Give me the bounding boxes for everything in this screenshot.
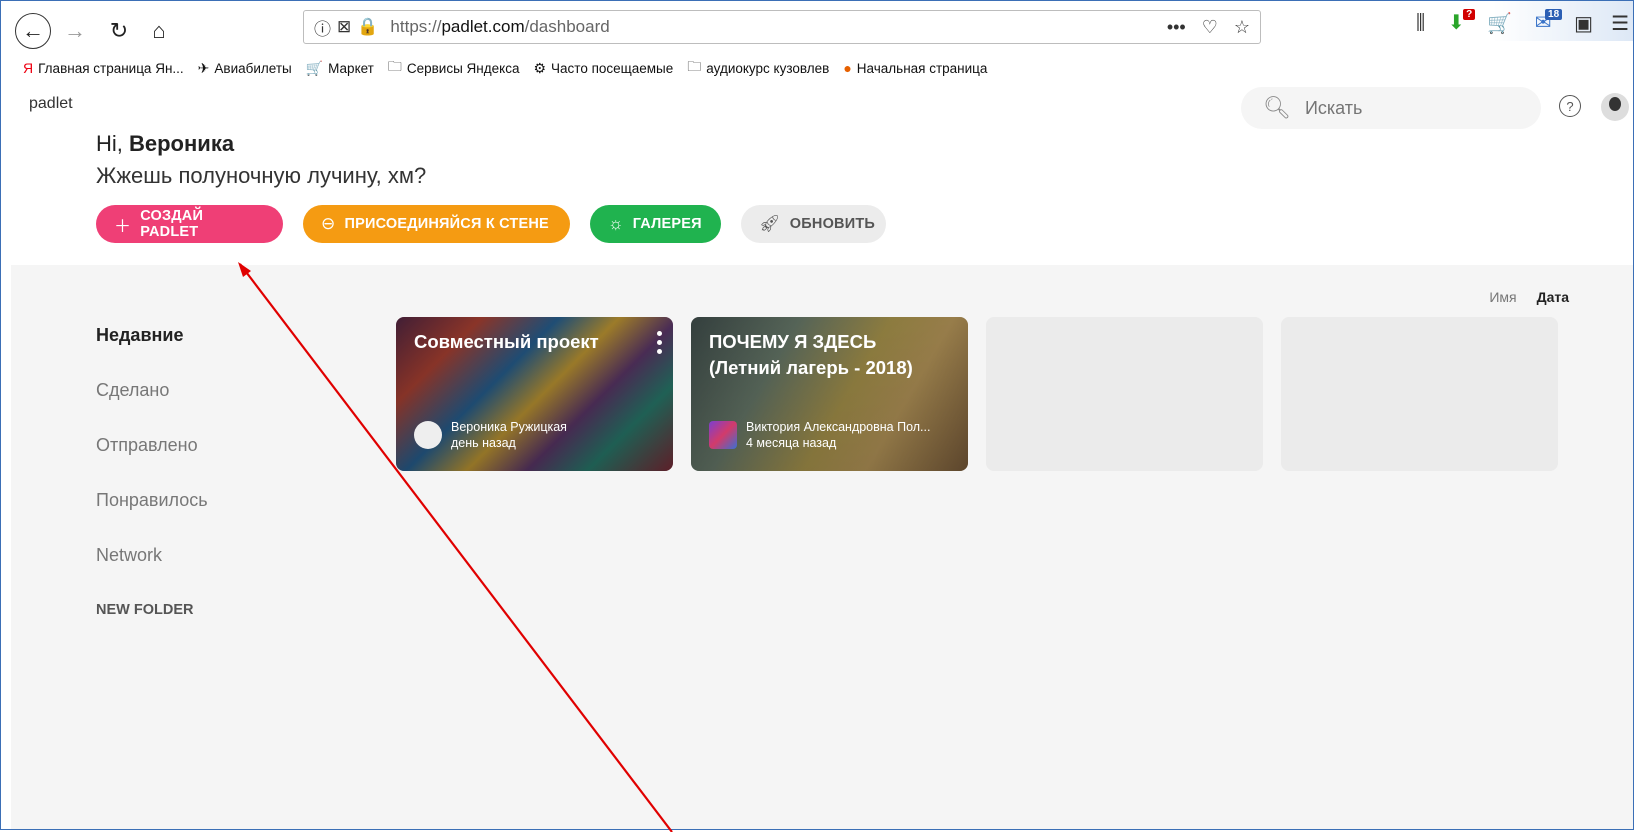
home-button[interactable]: ⌂ — [141, 13, 177, 49]
padlet-card[interactable]: Совместный проект Вероника Ружицкая день… — [396, 317, 673, 471]
rocket-icon: 🚀︎ — [759, 214, 781, 233]
search-icon: 🔍︎ — [1263, 95, 1291, 120]
tracking-protection-icon[interactable]: ⊠ — [337, 17, 351, 37]
menu-icon[interactable]: ☰ — [1611, 11, 1629, 36]
address-bar[interactable]: ⓘ ⊠ 🔒 https://padlet.com/dashboard ••• ♡… — [303, 10, 1261, 44]
card-meta: Вероника Ружицкая день назад — [414, 419, 567, 451]
gallery-button[interactable]: ☼ ГАЛЕРЕЯ — [590, 205, 721, 243]
padlet-logo[interactable]: padlet — [29, 95, 73, 113]
folder-icon: 🗀 — [387, 58, 402, 74]
placeholder-card — [1281, 317, 1558, 471]
tagline: Жжешь полуночную лучину, хм? — [96, 163, 427, 188]
sort-options: Имя Дата — [1489, 289, 1569, 305]
plane-icon: ✈ — [197, 59, 210, 76]
dashboard-area: Имя Дата Недавние Сделано Отправлено Пон… — [11, 265, 1633, 829]
link-icon: ⊖ — [321, 214, 336, 233]
action-buttons: ＋ СОЗДАЙ PADLET ⊖ ПРИСОЕДИНЯЙСЯ К СТЕНЕ ☼ Г… — [96, 205, 886, 243]
search-input[interactable] — [1302, 96, 1527, 120]
bookmark-avia[interactable]: ✈ Авиабилеты — [198, 60, 292, 77]
bookmark-label: Сервисы Яндекса — [406, 60, 520, 76]
card-time: день назад — [451, 436, 516, 450]
new-folder-button[interactable]: NEW FOLDER — [96, 602, 208, 618]
nav-sent[interactable]: Отправлено — [96, 435, 208, 490]
mail-icon[interactable]: ✉ 18 — [1530, 8, 1563, 35]
greeting-prefix: Hi, — [96, 131, 129, 156]
card-title: ПОЧЕМУ Я ЗДЕСЬ (Летний лагерь - 2018) — [709, 331, 913, 378]
bookmark-label: Часто посещаемые — [551, 60, 674, 76]
bookmark-label: аудиокурс кузовлев — [706, 60, 830, 76]
download-badge: ? — [1463, 8, 1476, 20]
bookmark-label: Авиабилеты — [214, 60, 292, 76]
bookmark-yandex-services[interactable]: 🗀 Сервисы Яндекса — [388, 56, 520, 80]
forward-button[interactable]: → — [57, 13, 93, 49]
card-author-avatar — [709, 421, 737, 449]
join-wall-button[interactable]: ⊖ ПРИСОЕДИНЯЙСЯ К СТЕНЕ — [303, 205, 570, 243]
greeting: Hi, Вероника — [96, 131, 234, 157]
gallery-label: ГАЛЕРЕЯ — [632, 216, 702, 232]
padlet-card[interactable]: ПОЧЕМУ Я ЗДЕСЬ (Летний лагерь - 2018) Ви… — [691, 317, 968, 471]
folder-icon: 🗀 — [687, 58, 702, 74]
search-box[interactable]: 🔍︎ — [1241, 87, 1541, 129]
user-name: Вероника — [129, 131, 235, 156]
create-padlet-label: СОЗДАЙ PADLET — [140, 208, 204, 240]
bookmark-label: Начальная страница — [856, 60, 988, 76]
nav-network[interactable]: Network — [96, 545, 208, 600]
mail-badge: 18 — [1545, 8, 1563, 20]
library-icon[interactable]: ⫼ — [1416, 12, 1425, 35]
bookmark-yandex-home[interactable]: Я Главная страница Ян... — [23, 60, 184, 76]
url-domain: padlet.com — [441, 17, 525, 36]
bookmark-audiocourse[interactable]: 🗀 аудиокурс кузовлев — [687, 56, 829, 80]
cart-icon: 🛒 — [305, 59, 324, 76]
page-actions-button[interactable]: ••• — [1167, 17, 1186, 38]
gear-icon: ⚙ — [533, 59, 547, 76]
join-wall-label: ПРИСОЕДИНЯЙСЯ К СТЕНЕ — [344, 216, 549, 232]
toolbar-right-icons: ⫼ ⬇? 🛒 ✉ 18 ▣ ☰ — [1416, 8, 1629, 36]
padlet-cards: Совместный проект Вероника Ружицкая день… — [396, 317, 1558, 471]
info-icon[interactable]: ⓘ — [314, 15, 331, 40]
cart-icon[interactable]: 🛒 — [1487, 11, 1512, 36]
url-text[interactable]: https://padlet.com/dashboard — [390, 17, 609, 37]
plus-icon: ＋ — [114, 216, 132, 236]
card-author: Виктория Александровна Пол... — [746, 420, 931, 434]
url-prefix: https:// — [390, 17, 442, 36]
help-icon[interactable]: ? — [1559, 95, 1581, 117]
update-label: ОБНОВИТЬ — [789, 216, 876, 232]
card-time: 4 месяца назад — [746, 436, 837, 450]
sort-by-name[interactable]: Имя — [1489, 289, 1516, 305]
bookmark-label: Главная страница Ян... — [38, 60, 184, 76]
card-menu-icon[interactable] — [657, 331, 663, 354]
dashboard-nav: Недавние Сделано Отправлено Понравилось … — [96, 325, 208, 618]
sidebar-icon[interactable]: ▣ — [1574, 11, 1593, 36]
padlet-app: padlet 🔍︎ ? Hi, Вероника Жжешь полуночну… — [11, 81, 1633, 829]
bookmark-label: Маркет — [328, 60, 374, 76]
yandex-icon: Я — [23, 60, 34, 76]
bookmark-most-visited[interactable]: ⚙ Часто посещаемые — [533, 60, 673, 77]
lightbulb-icon: ☼ — [608, 214, 624, 233]
bookmark-market[interactable]: 🛒 Маркет — [306, 60, 374, 77]
reload-button[interactable]: ↻ — [101, 13, 137, 49]
card-meta: Виктория Александровна Пол... 4 месяца н… — [709, 419, 930, 451]
firefox-icon: ● — [843, 60, 852, 76]
download-icon[interactable]: ⬇? — [1443, 8, 1476, 35]
placeholder-card — [986, 317, 1263, 471]
update-button[interactable]: 🚀︎ ОБНОВИТЬ — [741, 205, 886, 243]
browser-window: ← → ↻ ⌂ ⓘ ⊠ 🔒 https://padlet.com/dashboa… — [0, 0, 1634, 830]
lock-icon[interactable]: 🔒 — [357, 17, 378, 37]
create-padlet-button[interactable]: ＋ СОЗДАЙ PADLET — [96, 205, 283, 243]
bookmarks-bar: Я Главная страница Ян... ✈ Авиабилеты 🛒 Мар… — [23, 57, 987, 79]
sort-by-date[interactable]: Дата — [1537, 289, 1569, 305]
bookmark-star-icon[interactable]: ☆ — [1234, 17, 1250, 38]
card-author-avatar — [414, 421, 442, 449]
nav-recent[interactable]: Недавние — [96, 325, 208, 380]
avatar[interactable] — [1601, 93, 1629, 121]
back-button[interactable]: ← — [15, 13, 51, 49]
url-path: /dashboard — [524, 17, 610, 36]
nav-liked[interactable]: Понравилось — [96, 490, 208, 545]
card-title: Совместный проект — [414, 331, 599, 352]
pocket-icon[interactable]: ♡ — [1202, 17, 1218, 38]
nav-made[interactable]: Сделано — [96, 380, 208, 435]
bookmark-start-page[interactable]: ● Начальная страница — [843, 60, 987, 76]
card-author: Вероника Ружицкая — [451, 420, 567, 434]
